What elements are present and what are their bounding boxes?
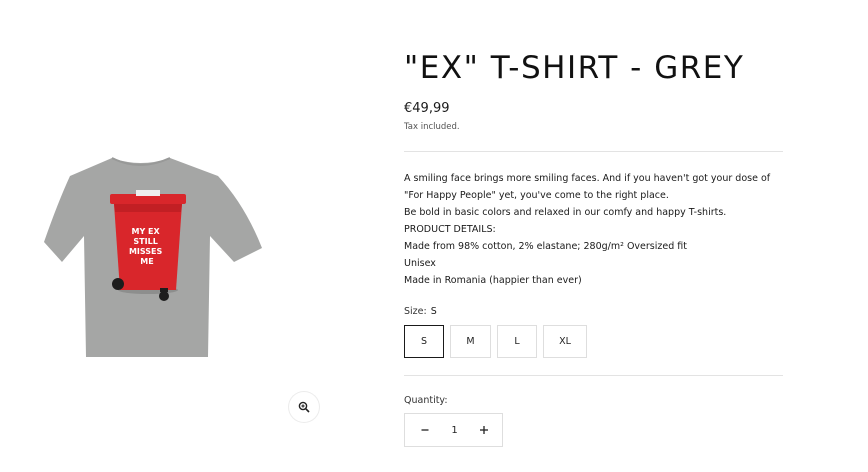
minus-icon bbox=[421, 429, 429, 431]
bin-wheel-right bbox=[159, 291, 169, 301]
product-description: A smiling face brings more smiling faces… bbox=[404, 170, 784, 289]
quantity-increment-button[interactable] bbox=[476, 422, 492, 438]
size-label: Size: S bbox=[404, 306, 437, 317]
print-text-line: MY EX bbox=[132, 227, 161, 236]
print-text-line: ME bbox=[140, 257, 153, 266]
divider bbox=[404, 375, 783, 376]
description-line: Made from 98% cotton, 2% elastane; 280g/… bbox=[404, 241, 687, 252]
print-text-line: MISSES bbox=[129, 247, 163, 256]
product-price: €49,99 bbox=[404, 101, 450, 116]
quantity-label: Quantity: bbox=[404, 395, 448, 406]
tshirt-illustration: MY EX STILL MISSES ME bbox=[44, 157, 262, 357]
size-option-l[interactable]: L bbox=[497, 325, 537, 358]
product-title: "EX" T-SHIRT - GREY bbox=[404, 50, 745, 86]
description-line: PRODUCT DETAILS: bbox=[404, 224, 496, 235]
zoom-in-icon bbox=[298, 401, 310, 413]
product-image[interactable]: MY EX STILL MISSES ME bbox=[40, 150, 280, 365]
plus-icon bbox=[480, 426, 488, 434]
description-line: Unisex bbox=[404, 258, 436, 269]
size-option-xl[interactable]: XL bbox=[543, 325, 587, 358]
size-option-m[interactable]: M bbox=[450, 325, 491, 358]
description-line: Be bold in basic colors and relaxed in o… bbox=[404, 207, 727, 218]
product-page: MY EX STILL MISSES ME "EX" T-SHIRT - GRE… bbox=[0, 0, 868, 472]
size-label-text: Size: bbox=[404, 306, 427, 317]
tax-note: Tax included. bbox=[404, 122, 460, 132]
selected-size: S bbox=[430, 306, 437, 317]
quantity-decrement-button[interactable] bbox=[417, 422, 433, 438]
bin-wheel-left bbox=[112, 278, 124, 290]
description-line: A smiling face brings more smiling faces… bbox=[404, 173, 771, 184]
quantity-stepper: 1 bbox=[404, 413, 503, 447]
description-line: "For Happy People" yet, you've come to t… bbox=[404, 190, 669, 201]
quantity-input[interactable]: 1 bbox=[445, 425, 465, 436]
print-text-line: STILL bbox=[133, 237, 157, 246]
size-selector: S M L XL bbox=[404, 325, 593, 358]
divider bbox=[404, 151, 783, 152]
zoom-button[interactable] bbox=[289, 392, 319, 422]
description-line: Made in Romania (happier than ever) bbox=[404, 275, 582, 286]
size-option-s[interactable]: S bbox=[404, 325, 444, 358]
